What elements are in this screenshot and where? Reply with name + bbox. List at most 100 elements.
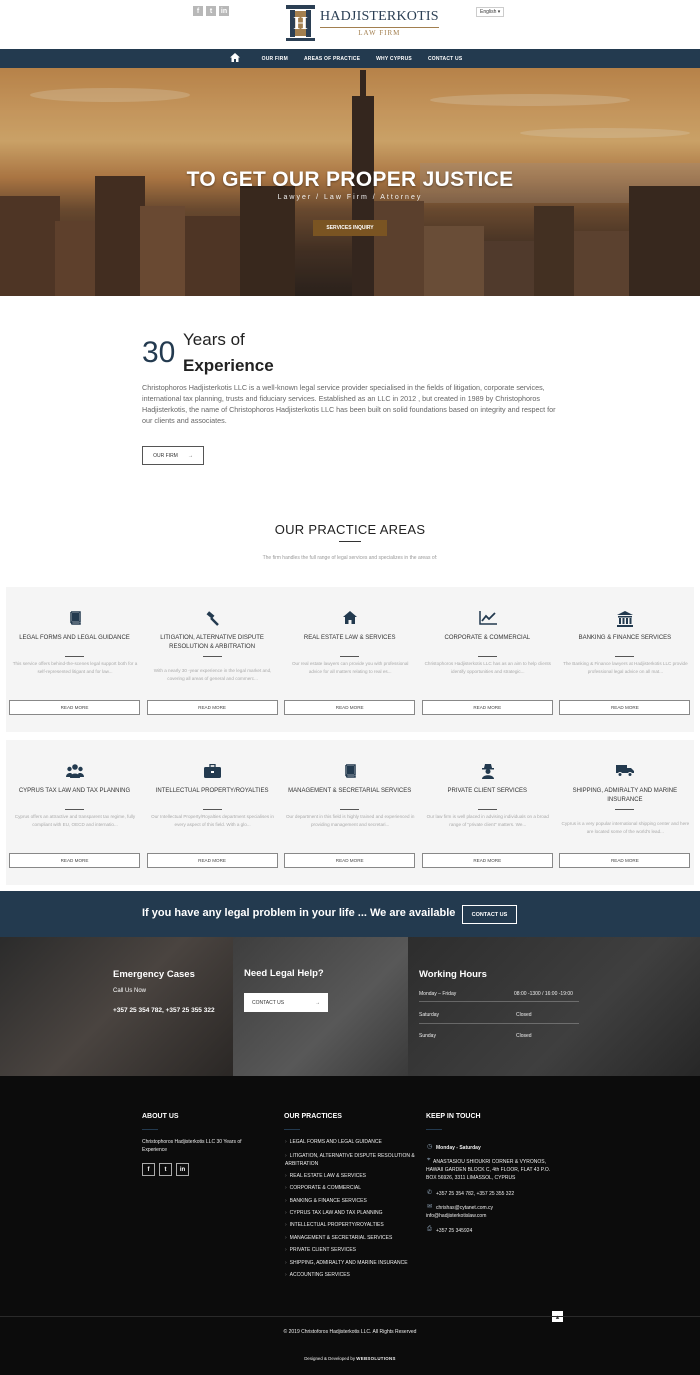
experience-number: 30 <box>142 336 176 369</box>
designer-link[interactable]: WEBSOLUTIONS <box>356 1356 395 1361</box>
header-social-links: f t in <box>193 6 229 16</box>
read-more-button[interactable]: READ MORE <box>9 853 140 868</box>
read-more-button[interactable]: READ MORE <box>421 700 553 715</box>
facebook-icon[interactable]: f <box>193 6 203 16</box>
hours-time: 08:00 -1300 / 16:00 -19:00 <box>514 991 573 997</box>
our-practices-heading: OUR PRACTICES <box>284 1113 342 1120</box>
card-description: Christophoros Hadjisterkotis LLC has as … <box>424 661 551 674</box>
footer-practice-link[interactable]: CORPORATE & COMMERCIAL <box>285 1185 361 1191</box>
logo-name: HADJISTERKOTIS <box>320 9 439 24</box>
book-icon <box>6 611 144 627</box>
footer-phone[interactable]: +357 25 354 782, +357 25 355 322 <box>436 1190 514 1198</box>
footer-practice-link[interactable]: ACCOUNTING SERVICES <box>285 1272 350 1278</box>
emergency-phones[interactable]: +357 25 354 782, +357 25 355 322 <box>113 1007 215 1014</box>
fax-icon: ⎙ <box>427 1226 432 1232</box>
cta-text: If you have any legal problem in your li… <box>142 907 456 919</box>
footer-practice-link[interactable]: SHIPPING, ADMIRALTY AND MARINE INSURANCE <box>285 1260 408 1266</box>
linkedin-icon[interactable]: in <box>176 1163 189 1176</box>
hours-day: Sunday <box>419 1033 436 1039</box>
card-description: Cyprus offers an attractive and transpar… <box>14 814 136 827</box>
keep-in-touch-heading: KEEP IN TOUCH <box>426 1113 481 1120</box>
footer-email-2[interactable]: info@hadjisterkotislaw.com <box>426 1212 486 1220</box>
practice-card: INTELLECTUAL PROPERTY/ROYALTIES Our Inte… <box>144 740 282 885</box>
footer-practice-link[interactable]: BANKING & FINANCE SERVICES <box>285 1198 367 1204</box>
practice-card: REAL ESTATE LAW & SERVICES Our real esta… <box>281 587 419 732</box>
linkedin-icon[interactable]: in <box>219 6 229 16</box>
book-icon <box>281 764 419 780</box>
site-header: f t in H HADJISTERKOTIS LAW FIRM English… <box>0 0 700 49</box>
card-description: Our real estate lawyers can provide you … <box>291 661 409 674</box>
read-more-button[interactable]: READ MORE <box>9 700 140 715</box>
card-description: Our Intellectual Property/Royalties depa… <box>151 814 274 827</box>
working-hours-title: Working Hours <box>419 969 487 980</box>
site-footer: ABOUT US Christophoros Hadjisterkotis LL… <box>0 1076 700 1375</box>
contact-us-button[interactable]: CONTACT US <box>462 905 517 924</box>
footer-practice-link[interactable]: INTELLECTUAL PROPERTY/ROYALTIES <box>285 1222 384 1228</box>
emergency-title: Emergency Cases <box>113 969 195 980</box>
legal-help-contact-button[interactable]: CONTACT US → <box>244 993 328 1012</box>
practice-card: CYPRUS TAX LAW AND TAX PLANNING Cyprus o… <box>6 740 144 885</box>
home-icon <box>281 611 419 627</box>
practice-card: LEGAL FORMS AND LEGAL GUIDANCE This serv… <box>6 587 144 732</box>
email-icon: ✉ <box>427 1204 433 1210</box>
footer-email-1[interactable]: chrishas@cytanet.com.cy <box>436 1204 493 1212</box>
about-us-text: Christophoros Hadjisterkotis LLC 30 Year… <box>142 1139 242 1153</box>
card-title: REAL ESTATE LAW & SERVICES <box>303 635 396 641</box>
bank-icon <box>556 611 694 627</box>
hours-time: Closed <box>516 1033 532 1039</box>
card-description: This service offers behind-the-scenes le… <box>12 661 138 674</box>
twitter-icon[interactable]: t <box>206 6 216 16</box>
card-title: CORPORATE & COMMERCIAL <box>444 635 531 641</box>
our-firm-button[interactable]: OUR FIRM → <box>142 446 204 465</box>
footer-practice-link[interactable]: PRIVATE CLIENT SERVICES <box>285 1247 356 1253</box>
hours-day: Monday – Friday <box>419 991 457 997</box>
card-title: INTELLECTUAL PROPERTY/ROYALTIES <box>155 788 269 794</box>
logo-subtitle: LAW FIRM <box>320 27 439 37</box>
read-more-button[interactable]: READ MORE <box>146 853 278 868</box>
footer-practice-link[interactable]: LEGAL FORMS AND LEGAL GUIDANCE <box>285 1139 382 1145</box>
gavel-icon <box>144 611 282 627</box>
legal-help-title: Need Legal Help? <box>244 968 324 979</box>
language-select[interactable]: English ▾ <box>476 7 505 17</box>
twitter-icon[interactable]: t <box>159 1163 172 1176</box>
practice-card: MANAGEMENT & SECRETARIAL SERVICES Our de… <box>281 740 419 885</box>
logo[interactable]: H HADJISTERKOTIS LAW FIRM <box>286 5 439 41</box>
home-icon[interactable] <box>229 53 240 64</box>
footer-practice-link[interactable]: CYPRUS TAX LAW AND TAX PLANNING <box>285 1210 383 1216</box>
nav-our-firm[interactable]: OUR FIRM <box>262 56 288 62</box>
designed-by: Designed & Developed by WEBSOLUTIONS <box>0 1356 700 1361</box>
footer-practice-link[interactable]: REAL ESTATE LAW & SERVICES <box>285 1173 366 1179</box>
info-band: Emergency Cases Call Us Now +357 25 354 … <box>0 937 700 1076</box>
practice-card: PRIVATE CLIENT SERVICES Our law firm is … <box>419 740 557 885</box>
services-inquiry-button[interactable]: SERVICES INQUIRY <box>313 220 387 236</box>
designed-by-label: Designed & Developed by <box>304 1356 357 1361</box>
cta-strip: If you have any legal problem in your li… <box>0 891 700 937</box>
experience-title-line2: Experience <box>183 356 274 375</box>
card-title: MANAGEMENT & SECRETARIAL SERVICES <box>288 788 412 794</box>
read-more-button[interactable]: READ MORE <box>559 700 691 715</box>
footer-practice-link[interactable]: LITIGATION, ALTERNATIVE DISPUTE RESOLUTI… <box>285 1152 415 1168</box>
read-more-button[interactable]: READ MORE <box>146 700 278 715</box>
working-hours-panel <box>408 937 700 1076</box>
nav-contact-us[interactable]: CONTACT US <box>428 56 462 62</box>
footer-practice-link[interactable]: MANAGEMENT & SECRETARIAL SERVICES <box>285 1235 393 1241</box>
read-more-button[interactable]: READ MORE <box>421 853 553 868</box>
experience-paragraph: Christophoros Hadjisterkotis LLC is a we… <box>142 383 556 425</box>
nav-areas-of-practice[interactable]: AREAS OF PRACTICE <box>304 56 360 62</box>
card-description: The Banking & Finance lawyers at Hadjist… <box>563 661 688 674</box>
about-us-heading: ABOUT US <box>142 1113 179 1120</box>
logo-pillar-icon: H <box>286 5 315 41</box>
card-title: LITIGATION, ALTERNATIVE DISPUTE RESOLUTI… <box>160 635 264 650</box>
facebook-icon[interactable]: f <box>142 1163 155 1176</box>
hours-time: Closed <box>516 1012 532 1018</box>
practice-card: LITIGATION, ALTERNATIVE DISPUTE RESOLUTI… <box>144 587 282 732</box>
practice-card: CORPORATE & COMMERCIAL Christophoros Had… <box>419 587 557 732</box>
nav-why-cyprus[interactable]: WHY CYPRUS <box>376 56 412 62</box>
hero-banner: TO GET OUR PROPER JUSTICE Lawyer / Law F… <box>0 68 700 296</box>
truck-icon <box>556 764 694 780</box>
read-more-button[interactable]: READ MORE <box>559 853 691 868</box>
read-more-button[interactable]: READ MORE <box>284 700 416 715</box>
arrow-right-icon: → <box>315 999 320 1006</box>
card-title: SHIPPING, ADMIRALTY AND MARINE INSURANCE <box>572 788 678 803</box>
read-more-button[interactable]: READ MORE <box>284 853 416 868</box>
